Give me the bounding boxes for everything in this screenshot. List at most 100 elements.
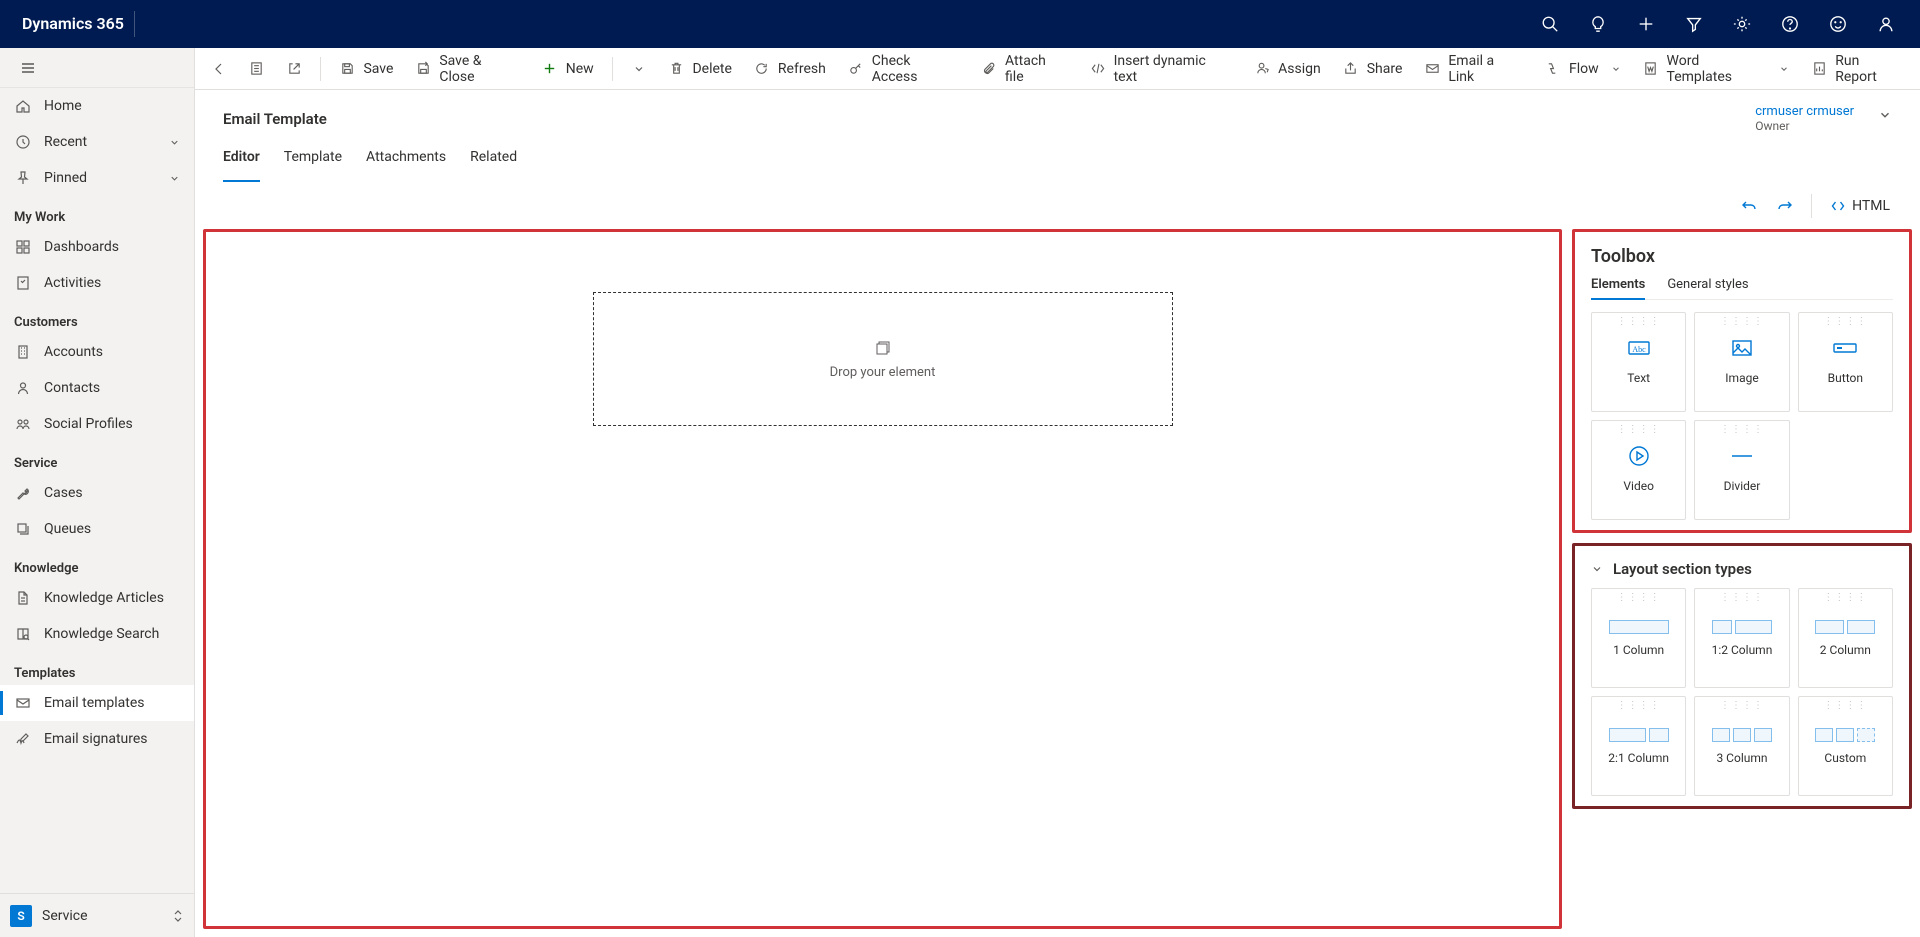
- tab-editor[interactable]: Editor: [223, 149, 260, 181]
- word-icon: [1643, 61, 1659, 77]
- add-icon[interactable]: [1624, 0, 1668, 48]
- sidebar: HomeRecentPinned My WorkDashboardsActivi…: [0, 48, 195, 937]
- gear-icon[interactable]: [1720, 0, 1764, 48]
- sidebar-item-home[interactable]: Home: [0, 88, 194, 124]
- tile-label: 3 Column: [1716, 751, 1767, 765]
- trash-icon: [668, 61, 684, 77]
- new-split-chevron[interactable]: [621, 53, 657, 85]
- divider-icon: [1729, 443, 1755, 469]
- sidebar-item-pinned[interactable]: Pinned: [0, 160, 194, 196]
- sidebar-item-queues[interactable]: Queues: [0, 511, 194, 547]
- layout-preview-icon: [1712, 719, 1772, 751]
- area-label: Service: [42, 908, 88, 924]
- assign-button[interactable]: Assign: [1244, 53, 1331, 85]
- sidebar-item-label: Pinned: [44, 170, 87, 186]
- save-button[interactable]: Save: [329, 53, 403, 85]
- flow-button[interactable]: Flow: [1535, 53, 1631, 85]
- layout-three[interactable]: ⋮⋮⋮⋮ 3 Column: [1694, 696, 1789, 796]
- sidebar-item-recent[interactable]: Recent: [0, 124, 194, 160]
- chevron-down-icon: [1779, 64, 1789, 74]
- word-templates-button[interactable]: Word Templates: [1633, 53, 1800, 85]
- layout-one[interactable]: ⋮⋮⋮⋮1 Column: [1591, 588, 1686, 688]
- sidebar-area-switcher[interactable]: S Service: [0, 893, 194, 937]
- grip-icon: ⋮⋮⋮⋮: [1823, 703, 1867, 709]
- toolbox-element-image[interactable]: ⋮⋮⋮⋮Image: [1694, 312, 1789, 412]
- new-button[interactable]: New: [532, 53, 604, 85]
- filter-icon[interactable]: [1672, 0, 1716, 48]
- lightbulb-icon[interactable]: [1576, 0, 1620, 48]
- popout-button[interactable]: [277, 53, 313, 85]
- sidebar-item-social-profiles[interactable]: Social Profiles: [0, 406, 194, 442]
- back-button[interactable]: [201, 53, 237, 85]
- sidebar-item-email-signatures[interactable]: Email signatures: [0, 721, 194, 757]
- tab-attachments[interactable]: Attachments: [366, 149, 446, 181]
- text-icon: Abc: [1626, 335, 1652, 361]
- home-icon: [14, 97, 32, 115]
- layout-collapse-chevron[interactable]: [1591, 563, 1603, 575]
- layout-preview-icon: [1609, 611, 1669, 643]
- plus-icon: [542, 61, 558, 77]
- header-expand-chevron[interactable]: [1878, 108, 1892, 122]
- refresh-button[interactable]: Refresh: [744, 53, 836, 85]
- html-view-button[interactable]: HTML: [1822, 191, 1898, 221]
- editor-canvas[interactable]: Drop your element: [203, 229, 1562, 929]
- toolbox-panel: Toolbox ElementsGeneral styles ⋮⋮⋮⋮AbcTe…: [1572, 229, 1912, 533]
- social-icon: [14, 415, 32, 433]
- sidebar-item-contacts[interactable]: Contacts: [0, 370, 194, 406]
- hamburger-icon[interactable]: [10, 50, 46, 86]
- email-link-button[interactable]: Email a Link: [1414, 53, 1533, 85]
- redo-button[interactable]: [1769, 191, 1801, 221]
- grip-icon: ⋮⋮⋮⋮: [1720, 703, 1764, 709]
- toolbox-element-video[interactable]: ⋮⋮⋮⋮Video: [1591, 420, 1686, 520]
- toolbox-element-divider[interactable]: ⋮⋮⋮⋮Divider: [1694, 420, 1789, 520]
- sidebar-item-knowledge-articles[interactable]: Knowledge Articles: [0, 580, 194, 616]
- sidebar-item-cases[interactable]: Cases: [0, 475, 194, 511]
- toolbox-element-text[interactable]: ⋮⋮⋮⋮AbcText: [1591, 312, 1686, 412]
- tab-template[interactable]: Template: [284, 149, 342, 181]
- tile-label: Button: [1828, 371, 1863, 385]
- smile-icon[interactable]: [1816, 0, 1860, 48]
- drop-text: Drop your element: [830, 365, 936, 380]
- sidebar-item-label: Social Profiles: [44, 416, 133, 432]
- grip-icon: ⋮⋮⋮⋮: [1720, 595, 1764, 601]
- save-icon: [339, 61, 355, 77]
- owner-name[interactable]: crmuser crmuser: [1755, 104, 1854, 119]
- sidebar-section-title: Knowledge: [0, 553, 194, 580]
- layout-twoone[interactable]: ⋮⋮⋮⋮2:1 Column: [1591, 696, 1686, 796]
- save-close-button[interactable]: Save & Close: [405, 53, 529, 85]
- sidebar-item-accounts[interactable]: Accounts: [0, 334, 194, 370]
- check-access-button[interactable]: Check Access: [838, 53, 969, 85]
- share-button[interactable]: Share: [1333, 53, 1413, 85]
- dashboard-icon: [14, 238, 32, 256]
- tile-label: Divider: [1724, 479, 1761, 493]
- delete-button[interactable]: Delete: [658, 53, 741, 85]
- toolbox-tab-general-styles[interactable]: General styles: [1667, 277, 1748, 299]
- toolbox-tab-elements[interactable]: Elements: [1591, 277, 1645, 300]
- search-icon[interactable]: [1528, 0, 1572, 48]
- sidebar-item-dashboards[interactable]: Dashboards: [0, 229, 194, 265]
- svg-text:Abc: Abc: [1632, 345, 1646, 354]
- tile-label: Video: [1623, 479, 1654, 493]
- undo-button[interactable]: [1733, 191, 1765, 221]
- sidebar-item-email-templates[interactable]: Email templates: [0, 685, 194, 721]
- tab-related[interactable]: Related: [470, 149, 517, 181]
- owner-field[interactable]: crmuser crmuser Owner: [1755, 104, 1864, 133]
- sidebar-item-activities[interactable]: Activities: [0, 265, 194, 301]
- toolbox-element-button[interactable]: ⋮⋮⋮⋮Button: [1798, 312, 1893, 412]
- command-bar: Save Save & Close New Delete Refresh Che…: [195, 48, 1920, 90]
- help-icon[interactable]: [1768, 0, 1812, 48]
- person-icon[interactable]: [1864, 0, 1908, 48]
- layout-two[interactable]: ⋮⋮⋮⋮2 Column: [1798, 588, 1893, 688]
- run-report-button[interactable]: Run Report: [1801, 53, 1914, 85]
- sidebar-item-label: Queues: [44, 521, 91, 537]
- drop-zone[interactable]: Drop your element: [593, 292, 1173, 426]
- code-icon: [1830, 198, 1846, 214]
- attach-file-button[interactable]: Attach file: [971, 53, 1077, 85]
- layout-custom[interactable]: ⋮⋮⋮⋮Custom: [1798, 696, 1893, 796]
- page-title: Email Template: [223, 110, 327, 128]
- insert-dynamic-button[interactable]: Insert dynamic text: [1080, 53, 1243, 85]
- form-selector-button[interactable]: [239, 53, 275, 85]
- sidebar-item-knowledge-search[interactable]: Knowledge Search: [0, 616, 194, 652]
- layout-onetwo[interactable]: ⋮⋮⋮⋮1:2 Column: [1694, 588, 1789, 688]
- grip-icon: ⋮⋮⋮⋮: [1720, 319, 1764, 325]
